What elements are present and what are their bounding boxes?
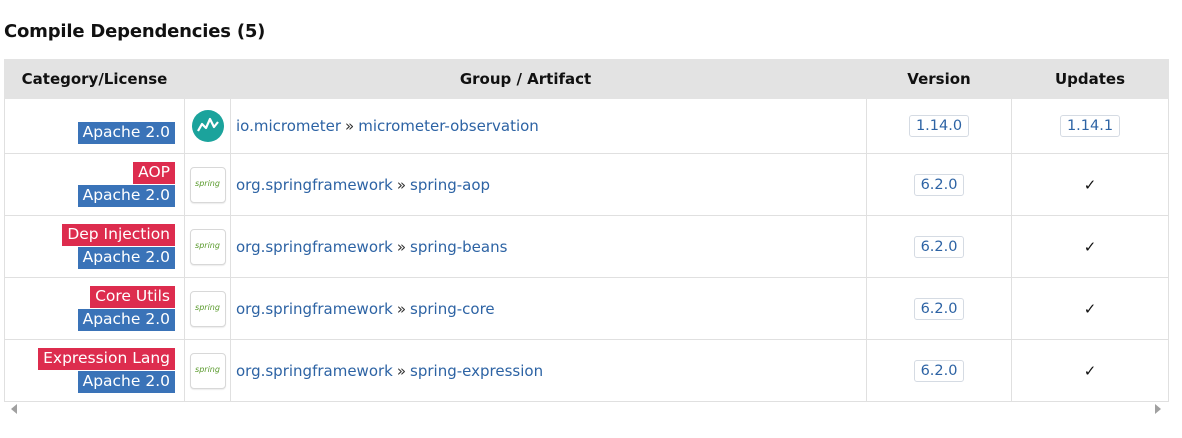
check-icon: ✓ (1083, 361, 1097, 380)
version-link[interactable]: 6.2.0 (913, 173, 965, 196)
table-row: Core Utils Apache 2.0 spring org.springf… (4, 277, 1170, 340)
version-cell: 6.2.0 (866, 215, 1013, 278)
group-link[interactable]: org.springframework (236, 362, 393, 380)
category-label[interactable]: AOP (133, 162, 175, 184)
artifact-link[interactable]: spring-expression (410, 362, 543, 380)
icon-cell: spring (184, 153, 231, 216)
table-header-row: Category/License Group / Artifact Versio… (4, 59, 1170, 99)
group-artifact-cell: org.springframework» spring-aop (229, 153, 868, 216)
category-cell: Dep Injection Apache 2.0 (4, 215, 185, 278)
category-label[interactable]: Dep Injection (62, 224, 175, 246)
separator: » (396, 175, 407, 194)
scroll-right-arrow-icon[interactable] (1155, 404, 1161, 414)
icon-cell: spring (184, 215, 231, 278)
check-icon: ✓ (1083, 175, 1097, 194)
artifact-link[interactable]: spring-aop (410, 176, 490, 194)
table-row: Expression Lang Apache 2.0 spring org.sp… (4, 339, 1170, 402)
category-cell: Expression Lang Apache 2.0 (4, 339, 185, 402)
category-label[interactable]: Expression Lang (38, 348, 175, 370)
header-category: Category/License (4, 59, 185, 99)
updates-cell: ✓ (1011, 339, 1170, 402)
license-label[interactable]: Apache 2.0 (77, 121, 175, 144)
icon-cell: spring (184, 277, 231, 340)
icon-cell: spring (184, 339, 231, 402)
updates-cell: ✓ (1011, 153, 1170, 216)
artifact-link[interactable]: spring-core (410, 300, 495, 318)
table-row: AOP Apache 2.0 spring org.springframewor… (4, 153, 1170, 216)
dependencies-table: Category/License Group / Artifact Versio… (4, 59, 1170, 402)
group-link[interactable]: org.springframework (236, 238, 393, 256)
table-row: Apache 2.0 io.micrometer» micrometer-obse… (4, 98, 1170, 154)
group-artifact-cell: org.springframework» spring-core (229, 277, 868, 340)
header-version: Version (866, 59, 1013, 99)
version-cell: 6.2.0 (866, 153, 1013, 216)
updates-cell: 1.14.1 (1011, 98, 1170, 154)
version-link[interactable]: 6.2.0 (913, 235, 965, 258)
category-label[interactable]: Core Utils (90, 286, 175, 308)
group-artifact-cell: io.micrometer» micrometer-observation (229, 98, 868, 154)
separator: » (396, 361, 407, 380)
section-title: Compile Dependencies (5) (4, 21, 266, 42)
update-version-link[interactable]: 1.14.1 (1059, 115, 1121, 137)
version-link[interactable]: 6.2.0 (913, 359, 965, 382)
version-cell: 6.2.0 (866, 277, 1013, 340)
category-cell: Core Utils Apache 2.0 (4, 277, 185, 340)
group-link[interactable]: org.springframework (236, 176, 393, 194)
spring-icon[interactable]: spring (189, 290, 226, 327)
version-link[interactable]: 1.14.0 (908, 115, 970, 137)
artifact-link[interactable]: spring-beans (410, 238, 507, 256)
group-link[interactable]: io.micrometer (236, 117, 341, 135)
version-link[interactable]: 6.2.0 (913, 297, 965, 320)
separator: » (396, 299, 407, 318)
separator: » (345, 117, 355, 135)
artifact-link[interactable]: micrometer-observation (358, 117, 539, 135)
updates-cell: ✓ (1011, 277, 1170, 340)
group-artifact-cell: org.springframework» spring-beans (229, 215, 868, 278)
group-link[interactable]: org.springframework (236, 300, 393, 318)
group-artifact-cell: org.springframework» spring-expression (229, 339, 868, 402)
separator: » (396, 237, 407, 256)
license-label[interactable]: Apache 2.0 (77, 247, 175, 269)
category-cell: AOP Apache 2.0 (4, 153, 185, 216)
check-icon: ✓ (1083, 299, 1097, 318)
spring-icon[interactable]: spring (189, 228, 226, 265)
micrometer-icon[interactable] (190, 109, 225, 143)
header-group-artifact: Group / Artifact (183, 59, 868, 99)
category-cell: Apache 2.0 (4, 98, 185, 154)
license-label[interactable]: Apache 2.0 (77, 371, 175, 393)
horizontal-scrollbar[interactable] (4, 400, 1168, 418)
spring-icon[interactable]: spring (189, 352, 226, 389)
icon-cell (184, 98, 231, 154)
header-updates: Updates (1011, 59, 1170, 99)
table-row: Dep Injection Apache 2.0 spring org.spri… (4, 215, 1170, 278)
updates-cell: ✓ (1011, 215, 1170, 278)
check-icon: ✓ (1083, 237, 1097, 256)
version-cell: 1.14.0 (866, 98, 1013, 154)
license-label[interactable]: Apache 2.0 (77, 185, 175, 207)
dependencies-table-container: Category/License Group / Artifact Versio… (4, 59, 1170, 402)
version-cell: 6.2.0 (866, 339, 1013, 402)
license-label[interactable]: Apache 2.0 (77, 309, 175, 331)
spring-icon[interactable]: spring (189, 166, 226, 203)
scroll-left-arrow-icon[interactable] (11, 404, 17, 414)
